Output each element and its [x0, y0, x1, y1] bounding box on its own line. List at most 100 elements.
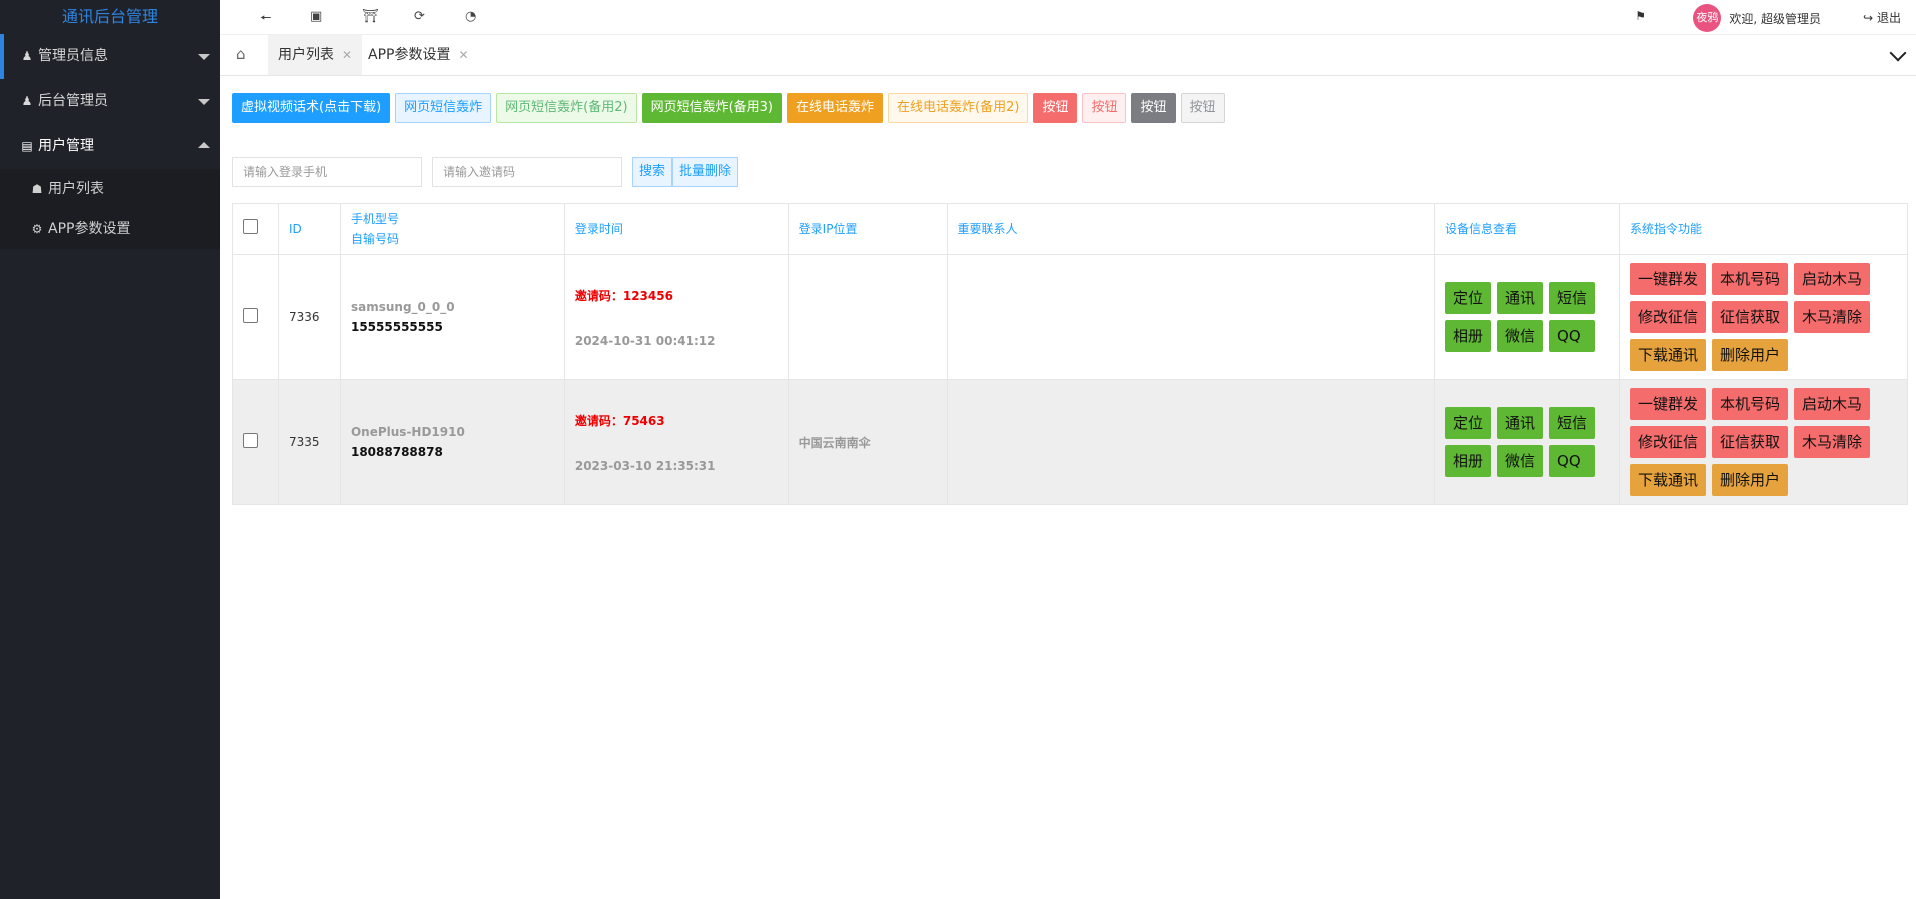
qq-button[interactable]: QQ [1549, 445, 1596, 477]
call-bomb-button[interactable]: 在线电话轰炸 [787, 93, 884, 123]
sms-bomb-backup3-button[interactable]: 网页短信轰炸(备用3) [641, 93, 783, 123]
table-row: 7335 OnePlus-HD1910 18088788878 邀请码：75463… [232, 379, 1909, 505]
wechat-button[interactable]: 微信 [1497, 445, 1544, 477]
tag-icon[interactable]: ⚑ [1635, 9, 1646, 23]
start-trojan-button[interactable]: 启动木马 [1794, 388, 1871, 420]
invite-code-search-input[interactable] [432, 157, 622, 187]
action-buttons: 虚拟视频话术(点击下载) 网页短信轰炸 网页短信轰炸(备用2) 网页短信轰炸(备… [232, 93, 1225, 123]
tab-label: APP参数设置 [368, 47, 451, 63]
locate-button[interactable]: 定位 [1445, 407, 1492, 439]
row-model: samsung_0_0_0 [350, 300, 455, 314]
sidebar-item-label: APP参数设置 [48, 221, 131, 237]
row-checkbox[interactable] [243, 433, 258, 448]
row-system-cell: 一键群发 本机号码 启动木马 修改征信 征信获取 木马清除 下载通讯 删除用户 [1618, 254, 1909, 380]
row-time-cell: 邀请码：75463 2023-03-10 21:35:31 [563, 379, 789, 505]
row-login-ip: 中国云南南伞 [787, 379, 948, 505]
sidebar-item-user-list[interactable]: ☗ 用户列表 [0, 169, 220, 209]
tab-app-settings[interactable]: APP参数设置 ✕ [358, 35, 479, 75]
download-contacts-button[interactable]: 下载通讯 [1629, 464, 1706, 496]
sidebar-group-user-management[interactable]: ▤ 用户管理 [0, 124, 220, 169]
row-select-cell [232, 379, 279, 505]
select-all-cell [232, 203, 279, 255]
download-script-button[interactable]: 虚拟视频话术(点击下载) [232, 93, 391, 123]
sms-button[interactable]: 短信 [1549, 282, 1596, 314]
user-menu[interactable]: 夜鸦 欢迎, 超级管理员 [1693, 4, 1821, 32]
row-id: 7335 [277, 379, 341, 505]
search-button[interactable]: 搜索 [632, 157, 673, 187]
table-header-row: ID 手机型号 自输号码 登录时间 登录IP位置 重要联系人 设备信息查看 系统指… [232, 203, 1909, 255]
generic-button-red-plain[interactable]: 按钮 [1082, 93, 1127, 123]
row-device-cell: 定位 通讯 短信 相册 微信 QQ [1434, 254, 1620, 380]
header-model-line1: 手机型号 [350, 212, 399, 226]
refresh-icon[interactable]: ⟳ [414, 9, 425, 24]
modify-credit-button[interactable]: 修改征信 [1629, 301, 1706, 333]
sms-bomb-button[interactable]: 网页短信轰炸 [395, 93, 492, 123]
row-device-cell: 定位 通讯 短信 相册 微信 QQ [1434, 379, 1620, 505]
sidebar-group-label: 管理员信息 [38, 48, 108, 64]
theme-icon[interactable]: ◔ [465, 9, 476, 24]
wechat-button[interactable]: 微信 [1497, 320, 1544, 352]
clear-trojan-button[interactable]: 木马清除 [1794, 301, 1871, 333]
sidebar-group-backend-admin[interactable]: ♟ 后台管理员 [0, 79, 220, 124]
device-number-button[interactable]: 本机号码 [1711, 263, 1788, 295]
contacts-button[interactable]: 通讯 [1497, 407, 1544, 439]
id-card-icon: ▤ [21, 139, 33, 153]
delete-user-button[interactable]: 删除用户 [1711, 464, 1788, 496]
sms-bomb-backup2-button[interactable]: 网页短信轰炸(备用2) [496, 93, 637, 123]
get-credit-button[interactable]: 征信获取 [1711, 301, 1788, 333]
get-credit-button[interactable]: 征信获取 [1711, 426, 1788, 458]
album-button[interactable]: 相册 [1445, 320, 1492, 352]
call-bomb-backup2-button[interactable]: 在线电话轰炸(备用2) [888, 93, 1029, 123]
start-trojan-button[interactable]: 启动木马 [1794, 263, 1871, 295]
qq-button[interactable]: QQ [1549, 320, 1596, 352]
row-model: OnePlus-HD1910 [350, 425, 465, 439]
mass-send-button[interactable]: 一键群发 [1629, 388, 1706, 420]
delete-user-button[interactable]: 删除用户 [1711, 339, 1788, 371]
header-system: 系统指令功能 [1618, 203, 1909, 255]
header-id: ID [277, 203, 341, 255]
logout-button[interactable]: ↪ 退出 [1863, 9, 1901, 26]
row-login-time: 2024-10-31 00:41:12 [574, 333, 716, 348]
download-contacts-button[interactable]: 下载通讯 [1629, 339, 1706, 371]
user-table: ID 手机型号 自输号码 登录时间 登录IP位置 重要联系人 设备信息查看 系统指… [232, 203, 1909, 505]
close-icon[interactable]: ✕ [458, 48, 468, 62]
row-login-ip [787, 254, 948, 380]
sidebar-subnav: ☗ 用户列表 ⚙ APP参数设置 [0, 169, 220, 249]
batch-delete-button[interactable]: 批量删除 [672, 157, 739, 187]
generic-button-red[interactable]: 按钮 [1033, 93, 1078, 123]
mass-send-button[interactable]: 一键群发 [1629, 263, 1706, 295]
row-phone: 15555555555 [350, 320, 443, 334]
select-all-checkbox[interactable] [243, 218, 258, 234]
sidebar-group-label: 用户管理 [38, 138, 94, 154]
home-icon[interactable]: ⌂ [236, 45, 252, 63]
row-checkbox[interactable] [243, 308, 258, 323]
bank-icon[interactable]: ⛩ [362, 9, 379, 24]
header-login-time: 登录时间 [563, 203, 789, 255]
tab-user-list[interactable]: 用户列表 ✕ [268, 35, 363, 75]
close-icon[interactable]: ✕ [342, 48, 352, 62]
row-id: 7336 [277, 254, 341, 380]
sidebar-group-admin-info[interactable]: ♟ 管理员信息 [0, 34, 220, 79]
search-bar: 搜索 批量删除 [232, 157, 739, 187]
back-icon[interactable]: 🠔 [260, 9, 271, 31]
album-button[interactable]: 相册 [1445, 445, 1492, 477]
chevron-up-icon [198, 142, 210, 148]
generic-button-gray[interactable]: 按钮 [1131, 93, 1176, 123]
chevron-down-icon[interactable] [1889, 44, 1907, 62]
generic-button-gray-plain[interactable]: 按钮 [1180, 93, 1225, 123]
row-model-cell: samsung_0_0_0 15555555555 [339, 254, 565, 380]
row-invite-code: 邀请码：123456 [574, 288, 673, 303]
fullscreen-icon[interactable]: ▣ [310, 9, 322, 24]
locate-button[interactable]: 定位 [1445, 282, 1492, 314]
clear-trojan-button[interactable]: 木马清除 [1794, 426, 1871, 458]
contacts-button[interactable]: 通讯 [1497, 282, 1544, 314]
phone-search-input[interactable] [232, 157, 422, 187]
logout-label: 退出 [1876, 11, 1901, 25]
row-invite-code: 邀请码：75463 [574, 413, 665, 428]
sidebar-item-app-settings[interactable]: ⚙ APP参数设置 [0, 209, 220, 249]
sms-button[interactable]: 短信 [1549, 407, 1596, 439]
device-number-button[interactable]: 本机号码 [1711, 388, 1788, 420]
row-select-cell [232, 254, 279, 380]
modify-credit-button[interactable]: 修改征信 [1629, 426, 1706, 458]
welcome-text: 欢迎, 超级管理员 [1729, 11, 1821, 26]
